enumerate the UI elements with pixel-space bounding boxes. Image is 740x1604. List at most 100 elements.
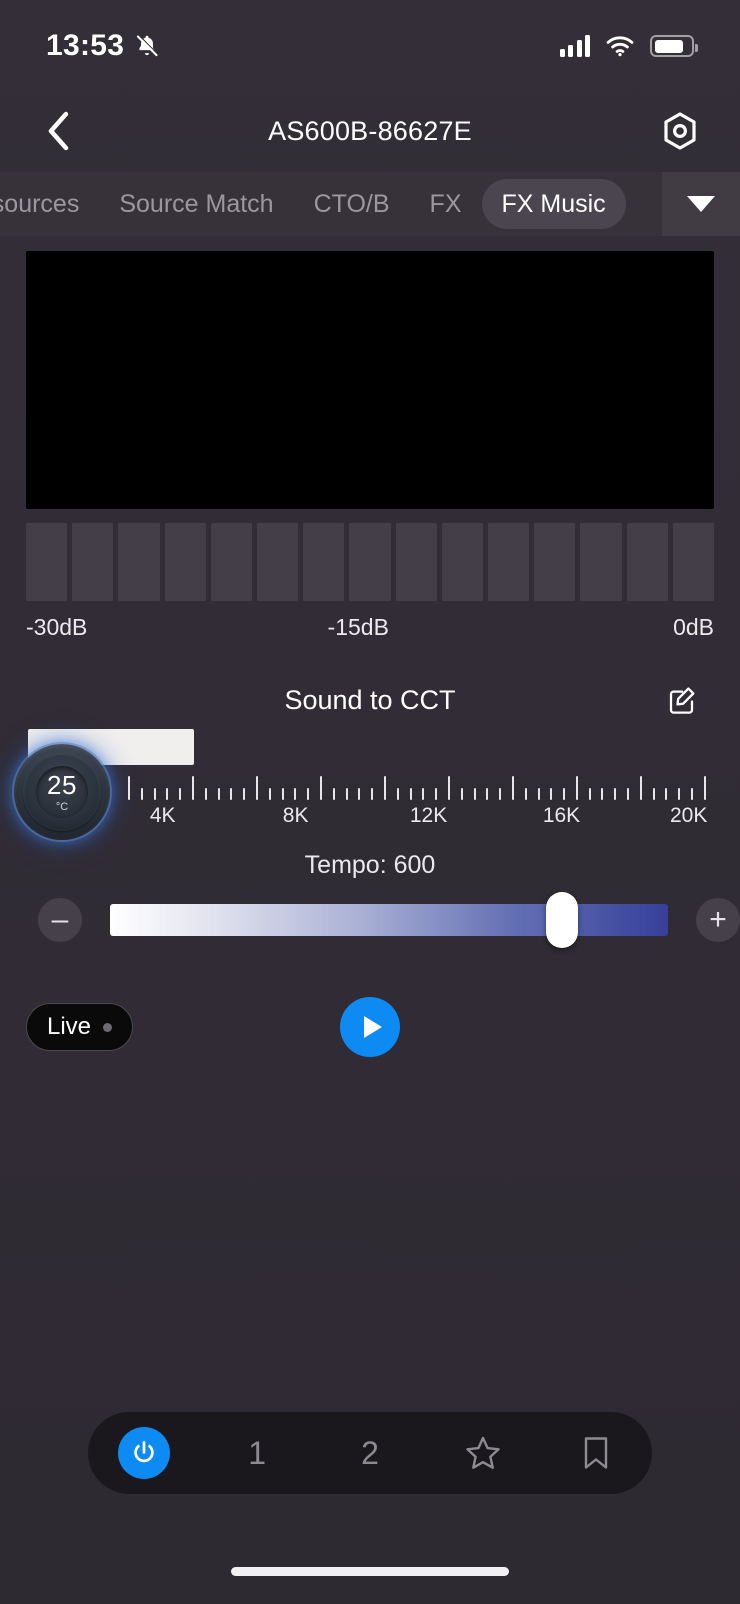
ruler-tick-minor	[614, 788, 617, 800]
bookmark-outline-icon	[584, 1437, 607, 1469]
ruler-tick-major	[191, 776, 194, 800]
meter-segment	[395, 523, 437, 601]
meter-segment	[441, 523, 484, 601]
ruler-tick-minor	[153, 788, 156, 800]
tab-source-match[interactable]: Source Match	[99, 179, 293, 229]
meter-segment	[580, 523, 622, 601]
ruler-tick-minor	[217, 788, 220, 800]
ruler-tick-minor	[627, 788, 630, 800]
meter-segment	[72, 523, 114, 601]
battery-icon	[650, 35, 698, 57]
tab-cto-b[interactable]: CTO/B	[294, 179, 410, 229]
ruler-tick-minor	[230, 788, 233, 800]
ruler-tick-minor	[588, 788, 591, 800]
cct-ruler-labels: 4K 8K 12K 16K 20K	[128, 804, 708, 832]
ruler-tick-minor	[179, 788, 182, 800]
ruler-tick-minor	[371, 788, 374, 800]
tab-scroll-area[interactable]: nt sources Source Match CTO/B FX FX Musi…	[0, 172, 662, 236]
ruler-tick-minor	[435, 788, 438, 800]
ruler-tick-minor	[665, 788, 668, 800]
meter-label-min: -30dB	[26, 614, 88, 640]
ruler-tick-minor	[499, 788, 502, 800]
ruler-label: 4K	[149, 804, 176, 827]
tab-bar: nt sources Source Match CTO/B FX FX Musi…	[0, 172, 740, 236]
play-icon	[363, 1016, 382, 1038]
live-label: Live	[47, 1013, 92, 1040]
meter-segment	[210, 523, 253, 601]
ruler-tick-minor	[243, 788, 246, 800]
tab-nt-sources[interactable]: nt sources	[0, 179, 99, 229]
meter-segment	[672, 523, 715, 601]
tempo-decrease-button[interactable]: –	[38, 898, 82, 942]
dock-preset-2[interactable]: 2	[336, 1419, 404, 1487]
tempo-label: Tempo: 600	[304, 851, 436, 879]
page-title: AS600B-86627E	[268, 115, 472, 146]
home-indicator	[231, 1567, 509, 1576]
meter-segment	[349, 523, 391, 601]
status-time: 13:53	[46, 29, 125, 62]
ruler-tick-minor	[332, 788, 335, 800]
dock-preset-1[interactable]: 1	[223, 1419, 291, 1487]
meter-label-max: 0dB	[673, 614, 714, 640]
tempo-slider-track[interactable]	[110, 892, 668, 948]
bottom-dock: 1 2	[88, 1412, 652, 1494]
ruler-tick-major	[383, 776, 386, 800]
chevron-left-icon	[48, 111, 69, 151]
ruler-tick-minor	[166, 788, 169, 800]
ruler-tick-minor	[601, 788, 604, 800]
wifi-icon	[606, 36, 634, 57]
ruler-tick-minor	[396, 788, 399, 800]
ruler-tick-minor	[473, 788, 476, 800]
db-meter	[26, 523, 715, 601]
ruler-label: 8K	[282, 804, 309, 827]
ruler-tick-minor	[268, 788, 271, 800]
dock-favorites-button[interactable]	[449, 1419, 517, 1487]
edit-button[interactable]	[662, 680, 702, 720]
ruler-tick-minor	[524, 788, 527, 800]
dock-bookmark-button[interactable]	[562, 1419, 630, 1487]
ruler-label: 12K	[409, 804, 448, 827]
ruler-tick-minor	[691, 788, 694, 800]
cct-control-row: 25 °C 4K 8K 12K 16K 20K	[0, 726, 740, 840]
nav-header: AS600B-86627E	[0, 92, 740, 170]
knob-value: 25	[47, 769, 77, 800]
audio-waveform-display	[26, 251, 714, 509]
ruler-tick-major	[447, 776, 450, 800]
ruler-label: 16K	[542, 804, 581, 827]
star-outline-icon	[465, 1436, 500, 1469]
tab-dropdown-button[interactable]	[662, 172, 740, 236]
cct-knob[interactable]: 25 °C	[14, 744, 110, 840]
settings-button[interactable]	[658, 109, 702, 153]
dock-power-button[interactable]	[110, 1419, 178, 1487]
back-button[interactable]	[38, 110, 80, 152]
tempo-slider-thumb[interactable]	[545, 892, 578, 948]
knob-face: 25 °C	[36, 766, 88, 818]
meter-label-mid: -15dB	[327, 614, 389, 640]
power-button-circle	[118, 1427, 171, 1479]
cct-ruler[interactable]	[128, 770, 706, 800]
ruler-tick-major	[639, 776, 642, 800]
live-badge[interactable]: Live	[26, 1003, 134, 1051]
ruler-tick-major	[511, 776, 514, 800]
cct-title: Sound to CCT	[284, 684, 456, 715]
ruler-tick-minor	[140, 788, 143, 800]
ruler-tick-minor	[422, 788, 425, 800]
ruler-tick-minor	[294, 788, 297, 800]
ruler-tick-minor	[563, 788, 566, 800]
tab-fx-music[interactable]: FX Music	[481, 179, 626, 229]
edit-pencil-icon	[669, 687, 695, 714]
db-meter-labels: -30dB -15dB 0dB	[26, 614, 714, 641]
knob-unit: °C	[55, 800, 69, 813]
meter-segment	[303, 523, 345, 601]
status-bar-left: 13:53	[46, 29, 160, 63]
tab-fx[interactable]: FX	[410, 179, 482, 229]
play-button[interactable]	[340, 997, 400, 1057]
chevron-down-icon	[687, 196, 715, 212]
ruler-tick-minor	[460, 788, 463, 800]
cct-section-header: Sound to CCT	[26, 678, 714, 722]
status-bar-right	[559, 35, 698, 57]
tempo-increase-button[interactable]: +	[696, 898, 740, 942]
meter-segment	[26, 523, 68, 601]
ruler-tick-minor	[204, 788, 207, 800]
meter-segment	[534, 523, 576, 601]
